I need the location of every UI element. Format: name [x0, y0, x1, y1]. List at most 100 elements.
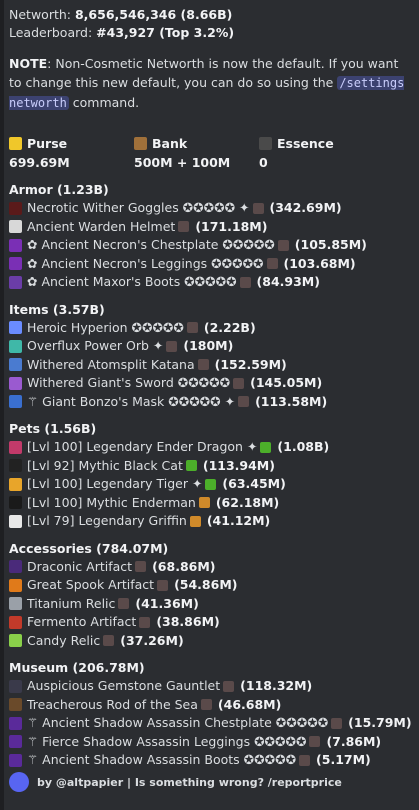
section-title: Pets (1.56B) — [9, 421, 97, 436]
note-prefix: NOTE — [9, 56, 48, 71]
price-chest-icon — [157, 579, 169, 591]
list-item: [Lvl 100] Legendary Tiger ✦ (63.45M) — [9, 475, 413, 494]
item-price: (63.45M) — [222, 476, 286, 491]
stats-row: Purse 699.69M Bank 500M + 100M Essence 0 — [9, 134, 413, 172]
enderman-icon — [9, 496, 22, 510]
shadow-leggings-icon — [9, 735, 22, 749]
item-name: Treacherous Rod of the Sea — [27, 696, 198, 712]
gauntlet-icon — [9, 679, 22, 693]
item-price: (84.93M) — [256, 274, 320, 289]
ender-dragon-icon — [9, 440, 22, 454]
item-price: (145.05M) — [250, 375, 323, 390]
section-3: Accessories (784.07M) Draconic Artifact (6… — [9, 539, 413, 651]
price-chest-icon — [223, 680, 235, 692]
list-item: Draconic Artifact (68.86M) — [9, 558, 413, 577]
list-item: Fermento Artifact (38.86M) — [9, 613, 413, 632]
section-2: Pets (1.56B) [Lvl 100] Legendary Ender Dr… — [9, 419, 413, 531]
stat-label: Purse — [9, 134, 134, 153]
list-item: ✿ Ancient Necron's Leggings ✪✪✪✪✪ (103.68… — [9, 255, 413, 274]
orange-orb-icon — [198, 497, 210, 509]
item-name: Titanium Relic — [27, 595, 116, 611]
item-name: Withered Atomsplit Katana — [27, 356, 195, 372]
list-item: Treacherous Rod of the Sea (46.68M) — [9, 696, 413, 715]
item-name: Fermento Artifact — [27, 614, 137, 629]
gold-ingot-icon — [9, 137, 22, 150]
item-price: (342.69M) — [269, 200, 342, 215]
item-name: [Lvl 79] Legendary Griffin — [27, 513, 187, 528]
essence-icon — [259, 137, 272, 150]
item-price: (54.86M) — [174, 577, 238, 592]
embed-content: Networth: 8,656,546,346 (8.66B) Leaderbo… — [9, 6, 413, 770]
embed-footer: by @altpapier | Is something wrong? /rep… — [9, 772, 342, 792]
price-chest-icon — [252, 202, 264, 214]
leaderboard-line: Leaderboard: #43,927 (Top 3.2%) — [9, 24, 413, 42]
list-item: Candy Relic (37.26M) — [9, 632, 413, 651]
footer-text: by @altpapier | Is something wrong? /rep… — [37, 775, 342, 789]
item-name: [Lvl 100] Mythic Enderman — [27, 494, 196, 510]
list-item: [Lvl 79] Legendary Griffin (41.12M) — [9, 512, 413, 531]
list-item: Titanium Relic (41.36M) — [9, 595, 413, 614]
green-cube-icon — [185, 460, 197, 472]
item-name: ✿ Ancient Necron's Leggings ✪✪✪✪✪ — [27, 255, 264, 271]
stat-value: 0 — [259, 155, 268, 170]
item-price: (2.22B) — [203, 319, 256, 335]
stat-value: 500M + 100M — [134, 155, 231, 170]
item-name: ⚚ Ancient Shadow Assassin Boots ✪✪✪✪✪ — [27, 752, 297, 767]
price-chest-icon — [238, 396, 250, 408]
item-price: (41.12M) — [206, 513, 271, 528]
list-item: [Lvl 92] Mythic Black Cat (113.94M) — [9, 457, 413, 476]
item-price: (113.94M) — [202, 457, 275, 473]
embed-card: Networth: 8,656,546,346 (8.66B) Leaderbo… — [0, 0, 419, 810]
item-name: [Lvl 100] Legendary Ender Dragon ✦ — [27, 439, 258, 454]
price-chest-icon — [186, 322, 198, 334]
maxor-boots-icon — [9, 275, 22, 289]
footer-avatar — [9, 772, 29, 792]
networth-line: Networth: 8,656,546,346 (8.66B) — [9, 6, 413, 24]
note-text-end: command. — [68, 95, 140, 110]
item-price: (7.86M) — [326, 733, 382, 749]
chest-icon — [134, 137, 147, 150]
titanium-relic-icon — [9, 597, 22, 611]
orange-orb-icon — [189, 515, 201, 527]
price-chest-icon — [200, 699, 212, 711]
black-cat-icon — [9, 459, 22, 473]
price-chest-icon — [277, 239, 289, 251]
item-name: Candy Relic — [27, 632, 101, 648]
price-chest-icon — [197, 359, 209, 371]
price-chest-icon — [299, 754, 311, 766]
price-chest-icon — [266, 258, 278, 270]
section-title: Museum (206.78M) — [9, 660, 145, 675]
list-item: Auspicious Gemstone Gauntlet (118.32M) — [9, 677, 413, 696]
spook-artifact-icon — [9, 578, 22, 592]
item-price: (41.36M) — [135, 595, 199, 611]
hyperion-icon — [9, 321, 22, 335]
list-item: Withered Atomsplit Katana (152.59M) — [9, 356, 413, 375]
item-price: (38.86M) — [156, 614, 220, 629]
necron-chestplate-icon — [9, 238, 22, 252]
item-price: (171.18M) — [195, 218, 268, 234]
green-cube-icon — [205, 478, 217, 490]
item-name: ✿ Ancient Necron's Chestplate ✪✪✪✪✪ — [27, 237, 275, 252]
item-name: ⚚ Fierce Shadow Assassin Leggings ✪✪✪✪✪ — [27, 733, 307, 749]
item-name: [Lvl 92] Mythic Black Cat — [27, 457, 183, 473]
stat-0: Purse 699.69M — [9, 134, 134, 172]
list-item: ✿ Ancient Maxor's Boots ✪✪✪✪✪ (84.93M) — [9, 273, 413, 292]
wither-goggles-icon — [9, 201, 22, 215]
stat-label-text: Essence — [277, 136, 334, 151]
list-item: ⚚ Ancient Shadow Assassin Boots ✪✪✪✪✪ (5.… — [9, 751, 413, 770]
price-chest-icon — [233, 377, 245, 389]
shadow-boots-icon — [9, 753, 22, 767]
item-name: [Lvl 100] Legendary Tiger ✦ — [27, 476, 203, 491]
shadow-chestplate-icon — [9, 716, 22, 730]
item-name: ⚚ Ancient Shadow Assassin Chestplate ✪✪✪… — [27, 715, 329, 730]
stat-value: 699.69M — [9, 155, 70, 170]
list-item: Great Spook Artifact (54.86M) — [9, 576, 413, 595]
item-name: Draconic Artifact — [27, 558, 133, 574]
list-item: ✿ Ancient Necron's Chestplate ✪✪✪✪✪ (105.… — [9, 236, 413, 255]
leaderboard-label: Leaderboard: — [9, 25, 93, 40]
stat-label-text: Purse — [27, 136, 68, 151]
power-orb-icon — [9, 339, 22, 353]
list-item: ⚚ Giant Bonzo's Mask ✪✪✪✪✪ ✦ (113.58M) — [9, 393, 413, 412]
price-chest-icon — [135, 561, 147, 573]
fermento-artifact-icon — [9, 615, 22, 629]
